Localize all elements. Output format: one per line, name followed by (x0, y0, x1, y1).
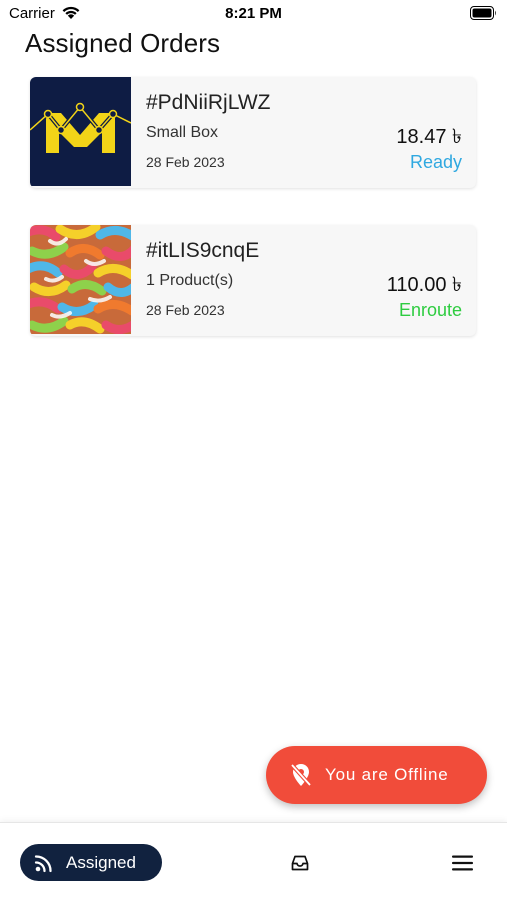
order-date: 28 Feb 2023 (146, 302, 225, 318)
order-id: #PdNiiRjLWZ (146, 91, 271, 114)
tab-assigned[interactable]: Assigned (20, 844, 162, 881)
status-bar: Carrier 8:21 PM (0, 0, 507, 28)
page-title: Assigned Orders (25, 28, 221, 58)
bottom-navigation: Assigned (0, 822, 507, 900)
order-price: 110.00 ৳ (386, 274, 462, 296)
order-card[interactable]: #PdNiiRjLWZ Small Box 28 Feb 2023 18.47 … (30, 77, 476, 188)
inbox-icon[interactable] (290, 853, 310, 873)
order-description: 1 Product(s) (146, 272, 234, 289)
logo-m-icon (30, 77, 131, 186)
clock: 8:21 PM (225, 5, 282, 22)
hamburger-menu-icon[interactable] (452, 854, 473, 872)
order-price: 18.47 ৳ (396, 126, 462, 148)
rss-feed-icon (34, 855, 52, 873)
offline-status-label: You are Offline (325, 765, 449, 784)
order-status: Enroute (398, 300, 462, 320)
order-id: #itLIS9cnqE (146, 239, 260, 262)
gummy-candy-image (30, 225, 131, 334)
location-off-icon (290, 763, 312, 787)
order-date: 28 Feb 2023 (146, 154, 225, 170)
order-description: Small Box (146, 124, 219, 141)
tab-assigned-label: Assigned (66, 853, 136, 872)
battery-icon (470, 6, 496, 20)
order-status: Ready (409, 152, 462, 172)
go-online-button[interactable]: You are Offline (266, 746, 487, 804)
order-card[interactable]: #itLIS9cnqE 1 Product(s) 28 Feb 2023 110… (30, 225, 476, 336)
